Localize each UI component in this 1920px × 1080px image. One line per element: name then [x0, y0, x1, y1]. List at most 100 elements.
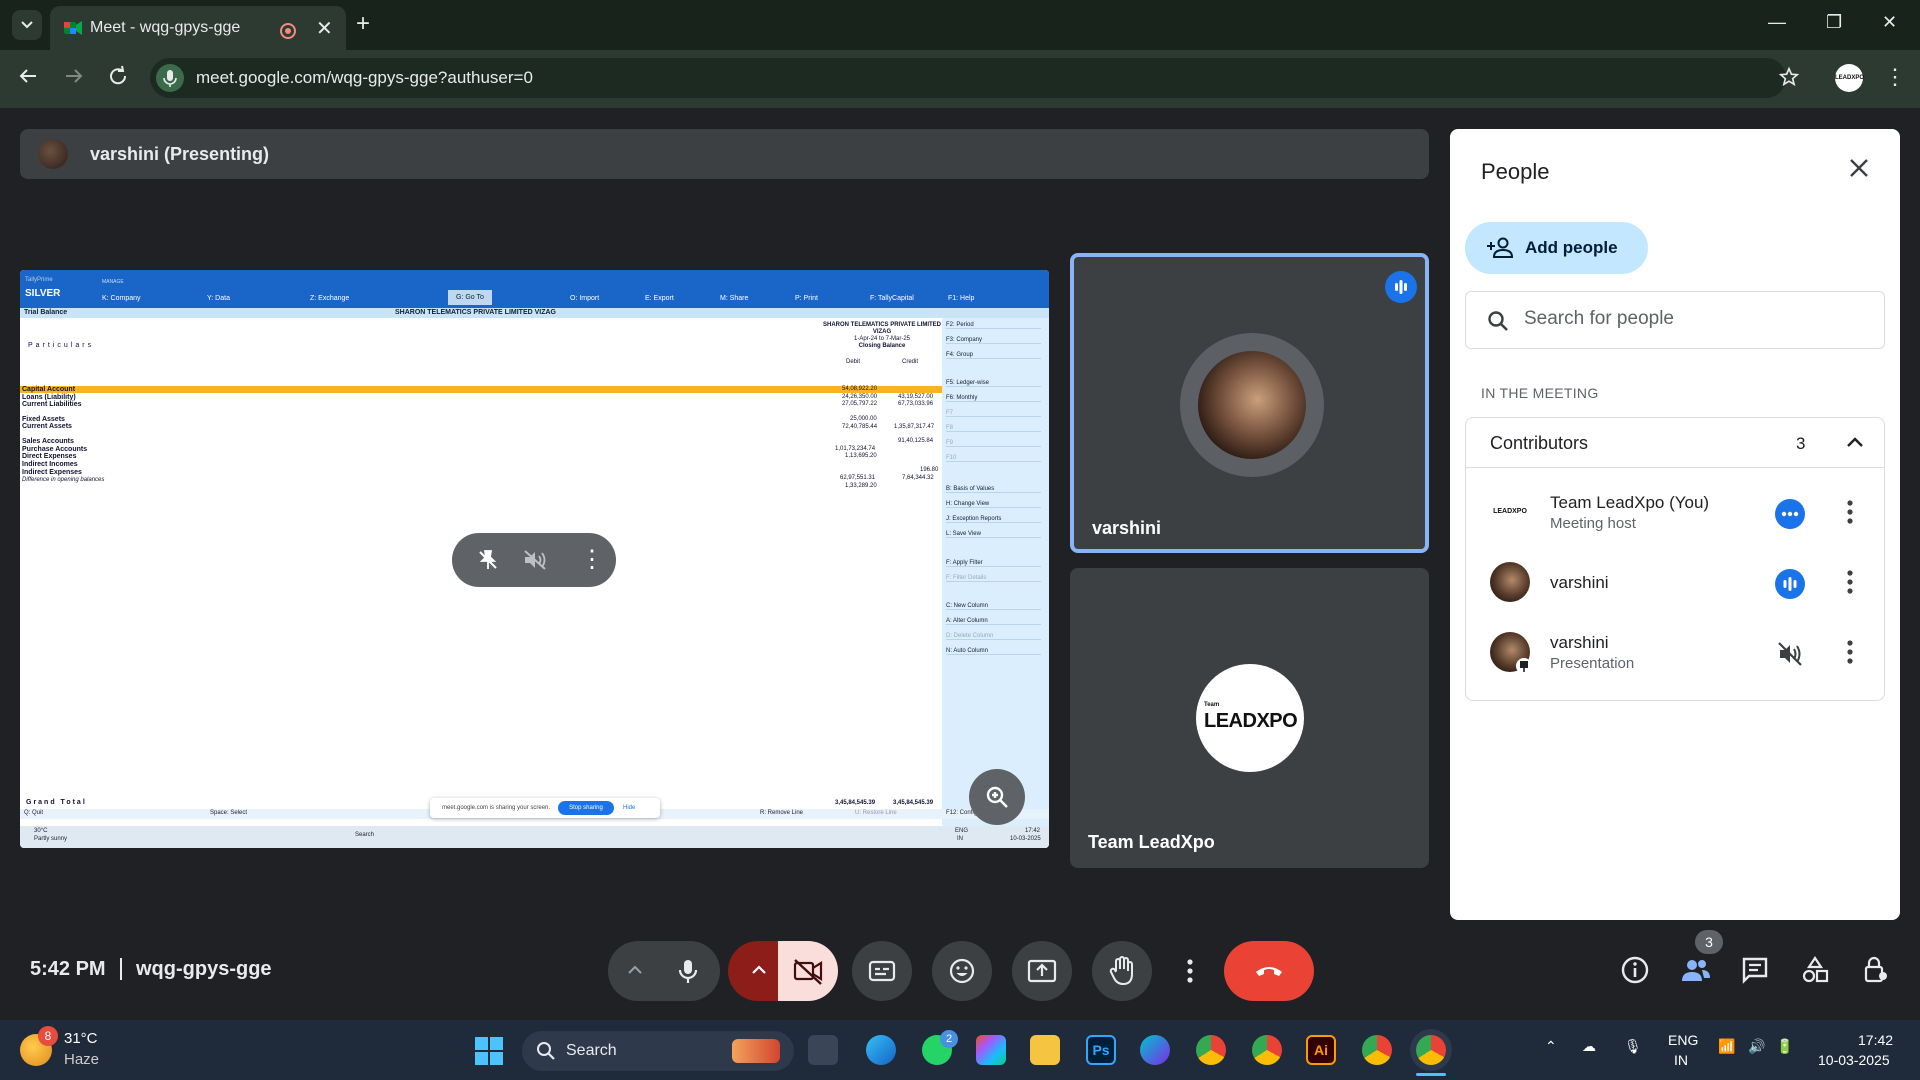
table-row[interactable]: Current Liabilities	[22, 401, 82, 408]
minimize-window-button[interactable]: —	[1768, 12, 1786, 33]
zoom-button[interactable]	[969, 769, 1025, 825]
chrome-icon[interactable]	[1196, 1035, 1226, 1065]
captions-button[interactable]	[852, 941, 912, 1001]
participant-tile-varshini[interactable]: varshini	[1070, 253, 1429, 553]
tally-option[interactable]: D: Delete Column	[946, 633, 1041, 640]
tally-option[interactable]: H: Change View	[946, 501, 1041, 508]
more-options-icon[interactable]	[1846, 569, 1854, 595]
unpin-icon[interactable]	[476, 548, 500, 572]
tally-restore-line[interactable]: U: Restore Line	[855, 810, 897, 816]
microphone-in-use-icon[interactable]	[156, 64, 184, 92]
audio-options-chevron-icon[interactable]	[626, 961, 644, 979]
reactions-button[interactable]	[932, 941, 992, 1001]
photoshop-icon[interactable]: Ps	[1086, 1035, 1116, 1065]
tally-option[interactable]: F6: Monthly	[946, 395, 1041, 402]
close-panel-button[interactable]	[1846, 155, 1872, 181]
participant-row[interactable]: LEADXPO Team LeadXpo (You) Meeting host	[1466, 478, 1884, 548]
more-options-icon[interactable]	[1846, 639, 1854, 665]
taskbar-search[interactable]: Search	[522, 1031, 794, 1071]
start-button[interactable]	[474, 1036, 504, 1066]
tally-option[interactable]: F9	[946, 440, 1041, 447]
input-language[interactable]: ENG	[1668, 1032, 1698, 1048]
table-row[interactable]: Sales Accounts	[22, 438, 74, 445]
tally-menu-share[interactable]: M: Share	[720, 295, 748, 302]
tally-menu-goto[interactable]: G: Go To	[448, 290, 492, 305]
tally-option[interactable]: F3: Company	[946, 337, 1041, 344]
search-people-field[interactable]	[1465, 291, 1885, 349]
table-row[interactable]: Purchase Accounts	[22, 446, 87, 453]
battery-icon[interactable]: 🔋	[1776, 1038, 1793, 1055]
tally-menu-company[interactable]: K: Company	[102, 295, 141, 302]
tally-quit[interactable]: Q: Quit	[24, 810, 43, 816]
chrome-active-icon[interactable]	[1416, 1035, 1446, 1065]
meeting-details-button[interactable]	[1620, 955, 1650, 985]
raise-hand-button[interactable]	[1092, 941, 1152, 1001]
tally-option[interactable]: F: Filter Details	[946, 575, 1041, 582]
tally-option[interactable]: F8	[946, 425, 1041, 432]
table-row[interactable]: Fixed Assets	[22, 416, 65, 423]
video-options-chevron-icon[interactable]	[750, 961, 768, 979]
show-hidden-icons-icon[interactable]: ⌃	[1545, 1038, 1557, 1055]
more-options-icon[interactable]: ⋮	[580, 545, 604, 574]
tally-option[interactable]: J: Exception Reports	[946, 516, 1041, 523]
forward-button[interactable]	[62, 64, 86, 88]
more-options-icon[interactable]	[1846, 499, 1854, 525]
table-row[interactable]: Indirect Incomes	[22, 461, 78, 468]
participant-row[interactable]: varshini	[1466, 548, 1884, 618]
table-row[interactable]: Difference in opening balances	[22, 477, 104, 483]
tally-option[interactable]: L: Save View	[946, 531, 1041, 538]
browser-tab[interactable]: Meet - wqg-gpys-gge ✕	[50, 6, 346, 50]
tally-menu-export[interactable]: E: Export	[645, 295, 674, 302]
onedrive-icon[interactable]: ☁	[1582, 1038, 1596, 1055]
table-row[interactable]: Loans (Liability)	[22, 394, 76, 401]
tally-option[interactable]: F5: Ledger-wise	[946, 380, 1041, 387]
figma-icon[interactable]	[976, 1035, 1006, 1065]
volume-icon[interactable]: 🔊	[1748, 1038, 1765, 1055]
table-row[interactable]: Indirect Expenses	[22, 469, 82, 476]
tally-menu-data[interactable]: Y: Data	[207, 295, 230, 302]
participant-row[interactable]: varshini Presentation	[1466, 618, 1884, 688]
illustrator-icon[interactable]: Ai	[1306, 1035, 1336, 1065]
table-row[interactable]: Direct Expenses	[22, 453, 76, 460]
camera-off-button[interactable]	[778, 941, 838, 1001]
search-people-input[interactable]	[1524, 308, 1864, 330]
mute-presentation-icon[interactable]	[522, 548, 548, 572]
edge-icon[interactable]	[866, 1035, 896, 1065]
taskbar-date[interactable]: 10-03-2025	[1818, 1052, 1890, 1068]
bookmark-star-icon[interactable]	[1778, 66, 1800, 88]
stop-sharing-button[interactable]: Stop sharing	[558, 801, 614, 815]
tally-option[interactable]: A: Alter Column	[946, 618, 1041, 625]
participant-tile-team-leadxpo[interactable]: Team LEADXPO Team LeadXpo	[1070, 568, 1429, 868]
tally-option[interactable]: F: Apply Filter	[946, 560, 1041, 567]
tally-option[interactable]: F4: Group	[946, 352, 1041, 359]
people-button[interactable]	[1680, 955, 1712, 985]
tally-option[interactable]: N: Auto Column	[946, 648, 1041, 655]
close-window-button[interactable]: ✕	[1882, 12, 1897, 33]
tally-option[interactable]: F10	[946, 455, 1041, 462]
hide-notice-button[interactable]: Hide	[623, 805, 635, 811]
tab-search-button[interactable]	[12, 10, 42, 40]
add-people-button[interactable]: Add people	[1465, 222, 1648, 274]
table-row[interactable]: Capital Account	[22, 386, 75, 393]
chat-button[interactable]	[1740, 955, 1770, 985]
taskbar-time[interactable]: 17:42	[1858, 1032, 1893, 1048]
tally-menu-import[interactable]: O: Import	[570, 295, 599, 302]
activities-button[interactable]	[1800, 955, 1830, 985]
browser-menu-icon[interactable]: ⋮	[1884, 64, 1906, 90]
contributors-header[interactable]: Contributors 3	[1466, 418, 1884, 468]
chrome-profile-p-icon[interactable]	[1362, 1035, 1392, 1065]
tally-option[interactable]: F2: Period	[946, 322, 1041, 329]
tally-menu-print[interactable]: P: Print	[795, 295, 818, 302]
present-button[interactable]	[1012, 941, 1072, 1001]
file-explorer-icon[interactable]	[1030, 1035, 1060, 1065]
tab-close-icon[interactable]: ✕	[316, 16, 333, 41]
more-options-button[interactable]	[1170, 941, 1210, 1001]
canva-icon[interactable]	[1140, 1035, 1170, 1065]
address-bar[interactable]: meet.google.com/wqg-gpys-gge?authuser=0	[150, 58, 1800, 98]
new-tab-button[interactable]: +	[356, 10, 370, 38]
tally-option[interactable]: F7	[946, 410, 1041, 417]
tally-remove-line[interactable]: R: Remove Line	[760, 810, 803, 816]
tally-select[interactable]: Space: Select	[210, 810, 247, 816]
chrome-profile-icon[interactable]	[1252, 1035, 1282, 1065]
leave-call-button[interactable]	[1224, 941, 1314, 1001]
